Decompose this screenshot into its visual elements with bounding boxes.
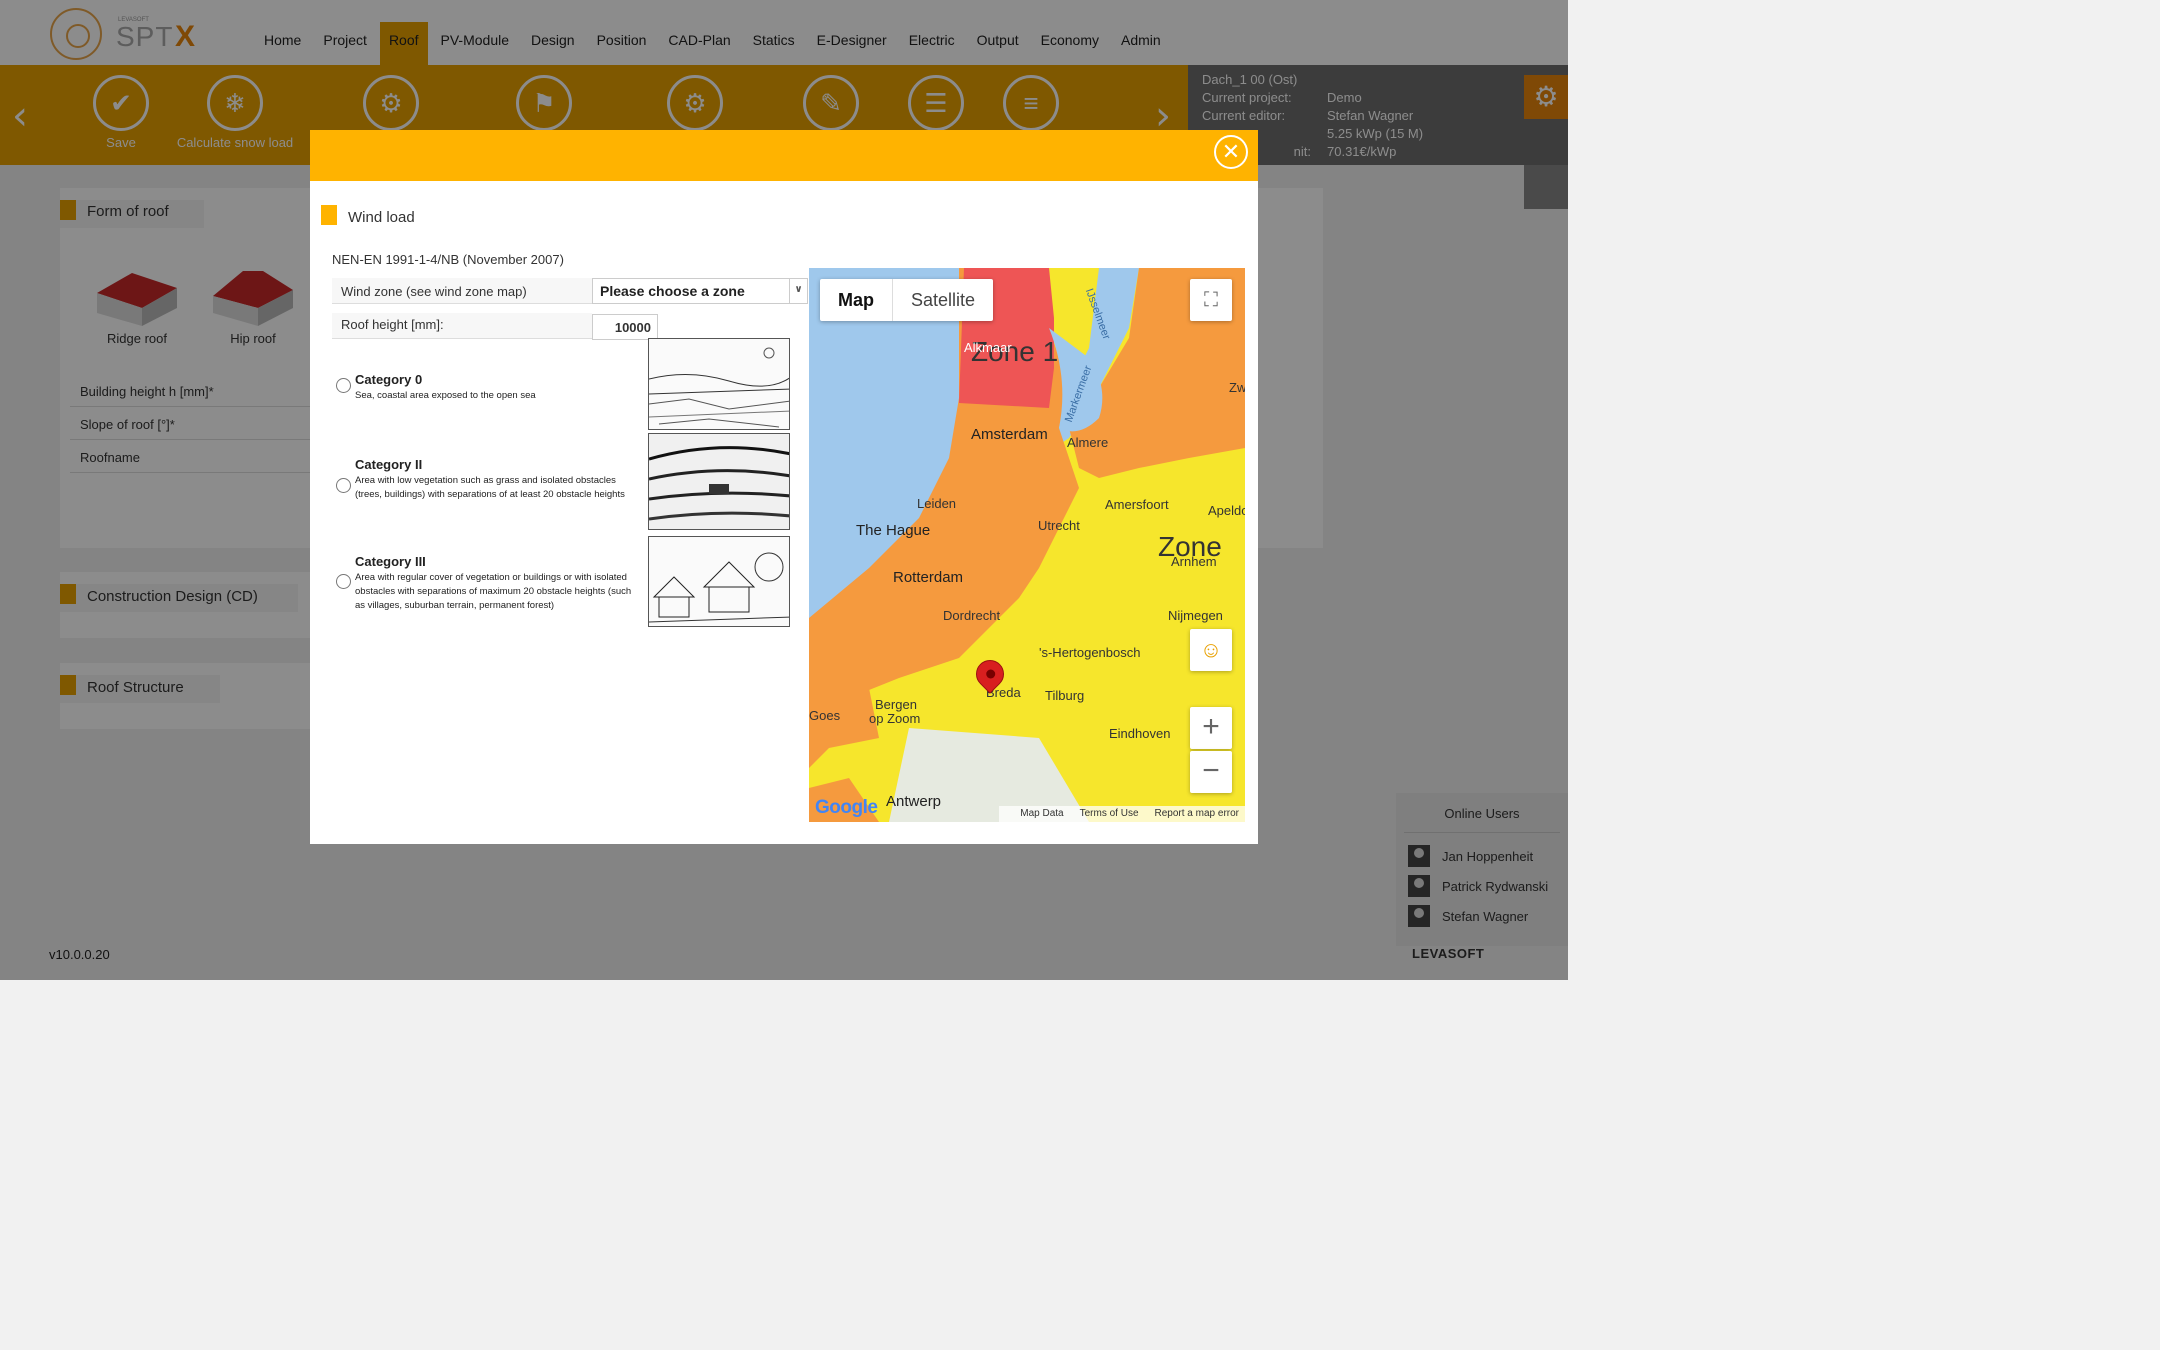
map-data-link[interactable]: Map Data: [1020, 808, 1063, 820]
map-city-label: Leiden: [917, 496, 957, 511]
category-title: Category III: [355, 554, 426, 569]
category-description: Area with regular cover of vegetation or…: [355, 572, 632, 611]
dialog-header: ✕: [310, 130, 1258, 181]
wind-zone-value: Please choose a zone: [600, 283, 745, 299]
street-view-pegman-icon[interactable]: ☺: [1190, 629, 1232, 671]
category-iii-radio[interactable]: [336, 574, 351, 589]
low-vegetation-illustration: [648, 433, 790, 530]
terms-of-use-link[interactable]: Terms of Use: [1080, 808, 1139, 820]
report-map-error-link[interactable]: Report a map error: [1155, 808, 1239, 820]
map-city-label: Almere: [1067, 435, 1109, 450]
map-city-label: The Hague: [856, 522, 931, 539]
chevron-down-icon: ∨: [789, 279, 807, 303]
map-city-label: op Zoom: [869, 711, 921, 726]
map-type-satellite-button[interactable]: Satellite: [893, 279, 993, 321]
norm-reference: NEN-EN 1991-1-4/NB (November 2007): [332, 252, 564, 267]
category-description: Sea, coastal area exposed to the open se…: [355, 390, 536, 401]
map-city-label: Apeldoo: [1208, 503, 1245, 518]
map-city-label: Nijmegen: [1168, 608, 1223, 623]
map-city-label: Amersfoort: [1105, 497, 1169, 512]
map-city-label: Eindhoven: [1109, 726, 1171, 741]
close-icon[interactable]: ✕: [1214, 135, 1248, 169]
map-city-label: 's-Hertogenbosch: [1039, 645, 1141, 660]
map-city-label: Antwerp: [886, 793, 942, 810]
category-title: Category II: [355, 457, 423, 472]
map-city-label: Amsterdam: [971, 426, 1048, 443]
category-iii-option[interactable]: Category III Area with regular cover of …: [336, 554, 636, 614]
category-description: Area with low vegetation such as grass a…: [355, 475, 625, 500]
map-city-label: Alkmaar: [964, 340, 1012, 355]
wind-zone-map[interactable]: Map Satellite ⛶ ☺ + − Zone 1 Zone Amster…: [809, 268, 1245, 822]
wind-zone-label: Wind zone (see wind zone map): [332, 278, 592, 304]
category-ii-option[interactable]: Category II Area with low vegetation suc…: [336, 457, 636, 517]
dialog-title: Wind load: [348, 209, 415, 226]
map-type-map-button[interactable]: Map: [820, 279, 893, 321]
village-illustration: [648, 536, 790, 627]
map-city-label: Rotterdam: [893, 569, 964, 586]
fullscreen-icon[interactable]: ⛶: [1190, 279, 1232, 321]
map-city-label: Arnhem: [1171, 554, 1217, 569]
map-attribution: Map Data Terms of Use Report a map error: [999, 806, 1245, 822]
map-type-toggle: Map Satellite: [820, 279, 994, 321]
roof-height-label: Roof height [mm]:: [332, 313, 592, 339]
map-city-label: Tilburg: [1045, 688, 1085, 703]
section-marker: [321, 205, 337, 225]
category-0-radio[interactable]: [336, 378, 351, 393]
map-city-label: Utrecht: [1038, 518, 1080, 533]
map-city-label: Zw: [1229, 380, 1245, 395]
category-0-option[interactable]: Category 0 Sea, coastal area exposed to …: [336, 372, 636, 412]
zoom-in-icon[interactable]: +: [1190, 707, 1232, 749]
category-title: Category 0: [355, 372, 423, 387]
coastal-sea-illustration: [648, 338, 790, 430]
map-city-label: Goes: [809, 708, 841, 723]
wind-load-dialog: ✕ Wind load NEN-EN 1991-1-4/NB (November…: [310, 130, 1258, 844]
map-city-label: Bergen: [875, 697, 917, 712]
google-logo: Google: [815, 797, 878, 818]
map-city-label: Dordrecht: [943, 608, 1001, 623]
wind-zone-select[interactable]: Please choose a zone ∨: [592, 278, 808, 304]
zoom-out-icon[interactable]: −: [1190, 751, 1232, 793]
category-ii-radio[interactable]: [336, 478, 351, 493]
roof-height-input[interactable]: 10000: [592, 314, 658, 340]
